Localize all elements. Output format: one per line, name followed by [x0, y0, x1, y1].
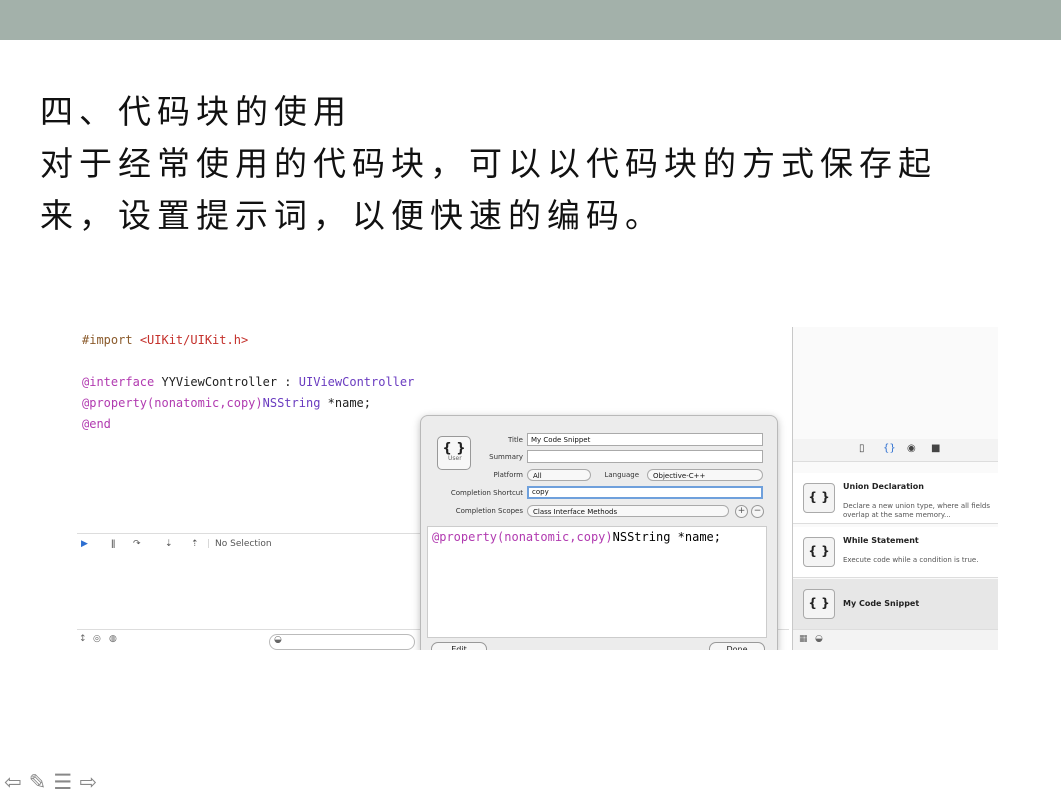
code-line-import: #import <UIKit/UIKit.h> — [82, 333, 248, 347]
debug-selection-label: No Selection — [215, 539, 272, 549]
user-snippet-glyph: { } — [808, 596, 830, 610]
language-select[interactable]: Objective-C++ — [647, 469, 763, 481]
shortcut-field[interactable]: copy — [527, 486, 763, 499]
divider: | — [207, 539, 211, 549]
library-item[interactable]: { } Union Declaration Declare a new unio… — [793, 473, 998, 524]
scopes-select[interactable]: Class Interface Methods — [527, 505, 729, 517]
code-line-end: @end — [82, 417, 111, 431]
slide-nav-controls: ⇦ ✎ ☰ ⇨ — [4, 770, 99, 794]
library-item-title: Union Declaration — [843, 482, 924, 491]
library-item[interactable]: { } While Statement Execute code while a… — [793, 527, 998, 578]
snippet-property-keyword: @property — [432, 530, 498, 544]
class-name: YYViewController — [161, 375, 278, 389]
scopes-value: Class Interface Methods — [533, 508, 618, 516]
slide-heading: 四、代码块的使用 — [40, 92, 352, 131]
file-template-icon[interactable]: ▯ — [859, 443, 865, 454]
library-item-title: My Code Snippet — [843, 599, 920, 608]
pause-icon[interactable]: ǁ — [111, 539, 115, 549]
import-arg: <UIKit/UIKit.h> — [139, 333, 249, 347]
language-label: Language — [604, 471, 639, 479]
edit-button[interactable]: Edit — [431, 642, 487, 650]
code-line-interface: @interface YYViewController : UIViewCont… — [82, 375, 414, 389]
grid-view-icon[interactable]: ▦ — [799, 634, 808, 644]
xcode-screenshot: #import <UIKit/UIKit.h> @interface YYVie… — [77, 327, 998, 650]
slide-body-text: 四、代码块的使用 对于经常使用的代码块，可以以代码块的方式保存起 来，设置提示词… — [40, 86, 937, 242]
scopes-label: Completion Scopes — [455, 507, 523, 515]
platform-label: Platform — [493, 471, 523, 479]
pen-icon[interactable]: ✎ — [29, 770, 47, 794]
breakpoint-icon[interactable]: ▶ — [81, 539, 88, 549]
library-bottom-bar: ▦ ◒ — [793, 629, 998, 650]
snippet-editor-popover: { } User Title My Code Snippet Summary P… — [420, 415, 778, 650]
interface-keyword: @interface — [82, 375, 155, 389]
library-item-selected[interactable]: { } My Code Snippet — [793, 579, 998, 630]
library-tabs: ▯ {} ◉ ■ — [793, 439, 998, 462]
updown-icon[interactable]: ↕ — [79, 634, 87, 644]
property-rest: *name; — [320, 396, 371, 410]
step-out-icon[interactable]: ⇡ — [191, 539, 199, 549]
menu-icon[interactable]: ☰ — [53, 770, 72, 794]
class-sep: : — [277, 375, 299, 389]
end-keyword: @end — [82, 417, 111, 431]
library-pane: ▯ {} ◉ ■ { } Union Declaration Declare a… — [792, 327, 998, 650]
property-type: NSString — [262, 396, 321, 410]
step-into-icon[interactable]: ⇣ — [165, 539, 173, 549]
remove-scope-button[interactable]: − — [751, 505, 764, 518]
snippet-braces-icon: { } — [803, 537, 835, 567]
library-item-title: While Statement — [843, 536, 919, 545]
filter-field[interactable]: ◒ — [269, 634, 415, 650]
object-library-icon[interactable]: ◉ — [907, 443, 916, 454]
title-field[interactable]: My Code Snippet — [527, 433, 763, 446]
language-value: Objective-C++ — [653, 472, 706, 480]
slide-header-bar — [0, 0, 1061, 40]
library-item-desc: Declare a new union type, where all fiel… — [843, 502, 990, 519]
import-directive: #import — [82, 333, 133, 347]
snippet-code-area[interactable]: @property(nonatomic,copy)NSString *name; — [427, 526, 767, 638]
superclass-name: UIViewController — [298, 375, 415, 389]
slide-line-2: 来，设置提示词，以便快速的编码。 — [40, 196, 664, 235]
user-snippet-icon: { } — [803, 589, 835, 619]
eye-icon[interactable]: ◎ — [93, 634, 101, 644]
slide-line-1: 对于经常使用的代码块，可以以代码块的方式保存起 — [40, 144, 937, 183]
snippet-property-rest: NSString *name; — [612, 530, 721, 544]
media-library-icon[interactable]: ■ — [931, 443, 940, 454]
prev-arrow-icon[interactable]: ⇦ — [4, 770, 22, 794]
next-arrow-icon[interactable]: ⇨ — [79, 770, 97, 794]
summary-label: Summary — [489, 453, 523, 461]
filter-icon: ◒ — [274, 635, 282, 645]
step-over-icon[interactable]: ↷ — [133, 539, 141, 549]
shortcut-label: Completion Shortcut — [450, 489, 523, 497]
summary-field[interactable] — [527, 450, 763, 463]
debug-bar: ▶ ǁ ↷ ⇣ ⇡ | No Selection — [77, 533, 422, 556]
done-button[interactable]: Done — [709, 642, 765, 650]
code-snippet-tab-icon[interactable]: {} — [883, 443, 896, 454]
property-keyword: @property — [82, 396, 148, 410]
property-args: (nonatomic,copy) — [147, 396, 263, 410]
add-scope-button[interactable]: + — [735, 505, 748, 518]
info-icon[interactable]: ◍ — [109, 634, 117, 644]
snippet-braces-icon: { } — [803, 483, 835, 513]
code-line-property: @property(nonatomic,copy)NSString *name; — [82, 396, 371, 410]
title-label: Title — [507, 436, 523, 444]
library-item-desc: Execute code while a condition is true. — [843, 556, 979, 564]
library-filter-icon[interactable]: ◒ — [815, 634, 823, 644]
snippet-property-args: (nonatomic,copy) — [497, 530, 613, 544]
